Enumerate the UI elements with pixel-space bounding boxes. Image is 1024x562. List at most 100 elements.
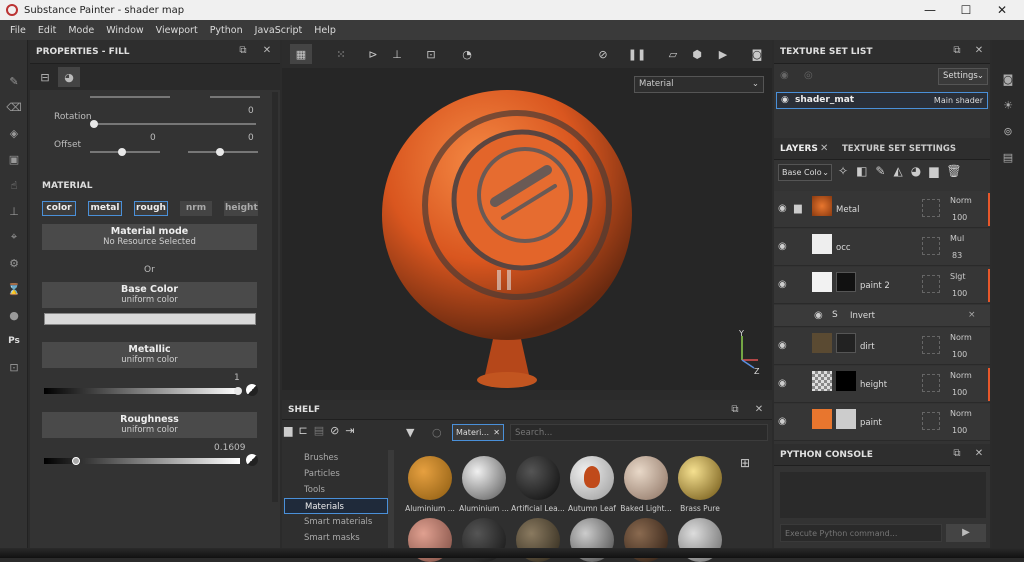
offset-x-knob[interactable]: [118, 148, 126, 156]
roughness-button[interactable]: Roughness uniform color: [42, 412, 257, 438]
layer-blend-mode[interactable]: Norm: [950, 333, 972, 342]
eye-icon[interactable]: ◉: [814, 310, 826, 322]
layer-mask-slot[interactable]: [922, 275, 940, 293]
float-panel-icon[interactable]: ⧉: [950, 44, 964, 58]
properties-scrollbar[interactable]: [272, 92, 278, 502]
float-panel-icon[interactable]: ⧉: [236, 44, 250, 58]
metallic-button[interactable]: Metallic uniform color: [42, 342, 257, 368]
layer-blend-mode[interactable]: Slgt: [950, 272, 966, 281]
menu-edit[interactable]: Edit: [38, 25, 56, 36]
hide-icon[interactable]: ⊘: [330, 424, 339, 437]
fill-tab-icon[interactable]: ⊟: [34, 67, 56, 87]
metallic-slider[interactable]: [44, 387, 242, 395]
color-picker-icon[interactable]: ⌖: [0, 224, 28, 250]
photoshop-icon[interactable]: Ps: [0, 328, 28, 354]
base-color-button[interactable]: Base Color uniform color: [42, 282, 257, 308]
export-icon[interactable]: ⊡: [0, 354, 28, 380]
close-panel-icon[interactable]: ✕: [972, 44, 986, 58]
eye-icon[interactable]: ◉: [778, 378, 790, 390]
python-command-input[interactable]: [780, 524, 942, 542]
eraser-icon[interactable]: ⌫: [0, 94, 28, 120]
menu-python[interactable]: Python: [210, 25, 243, 36]
remove-effect-icon[interactable]: ×: [968, 310, 976, 320]
layer-row-metal[interactable]: ◉ ▆ Metal Norm 100: [774, 191, 990, 228]
close-window-button[interactable]: ✕: [984, 0, 1020, 20]
effect-row-invert[interactable]: ◉ S Invert ×: [774, 305, 990, 327]
smudge-icon[interactable]: ☝: [0, 172, 28, 198]
rotation-slider[interactable]: [90, 120, 256, 128]
display-settings-icon[interactable]: ☀: [992, 92, 1024, 118]
symmetry-x-icon[interactable]: ⊳: [362, 44, 384, 64]
offset-x-value[interactable]: 0: [150, 133, 156, 143]
layer-blend-mode[interactable]: Mul: [950, 234, 964, 243]
roughness-slider[interactable]: [44, 457, 240, 465]
layer-mask-slot[interactable]: [922, 237, 940, 255]
menu-mode[interactable]: Mode: [68, 25, 94, 36]
channel-color-toggle[interactable]: color: [42, 201, 76, 216]
menu-window[interactable]: Window: [106, 25, 143, 36]
layer-opacity[interactable]: 100: [952, 426, 967, 435]
menu-help[interactable]: Help: [314, 25, 336, 36]
geometry-mask-icon[interactable]: ▣: [0, 146, 28, 172]
channel-nrm-toggle[interactable]: nrm: [180, 201, 212, 216]
import-icon[interactable]: ⇥: [345, 424, 354, 437]
close-tab-icon[interactable]: ✕: [820, 143, 828, 154]
circle-filter-icon[interactable]: ○: [432, 426, 442, 439]
menu-javascript[interactable]: JavaScript: [255, 25, 303, 36]
offset-y-value[interactable]: 0: [248, 133, 254, 143]
camera-icon[interactable]: ▶: [712, 44, 734, 64]
disable-camera-icon[interactable]: ⊘: [592, 44, 614, 64]
metallic-picker-icon[interactable]: [246, 384, 258, 396]
add-fill-layer-icon[interactable]: ◭: [893, 164, 902, 178]
rotation-slider-knob[interactable]: [90, 120, 98, 128]
eye-icon[interactable]: ◉: [781, 95, 789, 105]
clone-stamp-icon[interactable]: ⊥: [0, 198, 28, 224]
eye-dim-icon-2[interactable]: ◎: [804, 70, 813, 81]
display-mode-icon[interactable]: ⁙: [330, 44, 352, 64]
layer-opacity[interactable]: 83: [952, 251, 962, 260]
menu-file[interactable]: File: [10, 25, 26, 36]
add-folder-icon[interactable]: ▆: [929, 164, 938, 178]
db-icon[interactable]: ▤: [314, 424, 324, 437]
grid-view-icon[interactable]: ▦: [290, 44, 312, 64]
eye-dim-icon[interactable]: ◉: [780, 70, 789, 81]
layer-mask-slot[interactable]: [922, 412, 940, 430]
base-color-swatch[interactable]: [44, 313, 256, 325]
hourglass-icon[interactable]: ⌛: [0, 276, 28, 302]
category-tools[interactable]: Tools: [284, 482, 388, 498]
layer-row-dirt[interactable]: ◉ dirt Norm 100: [774, 328, 990, 365]
material-thumb-2[interactable]: [516, 456, 560, 500]
category-smart-materials[interactable]: Smart materials: [284, 514, 388, 530]
maximize-button[interactable]: ☐: [948, 0, 984, 20]
layer-blend-mode[interactable]: Norm: [950, 196, 972, 205]
close-panel-icon[interactable]: ✕: [752, 403, 766, 417]
rotation-value[interactable]: 0: [248, 106, 254, 116]
add-paint-layer-icon[interactable]: ✎: [875, 164, 885, 178]
camera-settings-icon[interactable]: ◙: [992, 66, 1024, 92]
material-thumb-0[interactable]: [408, 456, 452, 500]
material-thumb-1[interactable]: [462, 456, 506, 500]
layer-blend-mode[interactable]: Norm: [950, 409, 972, 418]
roughness-picker-icon[interactable]: [246, 454, 258, 466]
tab-layers[interactable]: LAYERS: [780, 144, 818, 154]
float-panel-icon[interactable]: ⧉: [950, 447, 964, 461]
metallic-value[interactable]: 1: [234, 373, 240, 383]
viewport-material-dropdown[interactable]: Material ⌄: [634, 76, 764, 93]
close-panel-icon[interactable]: ✕: [260, 44, 274, 58]
add-effect-icon[interactable]: ✧: [838, 164, 848, 178]
layer-blend-mode[interactable]: Norm: [950, 371, 972, 380]
projection-icon[interactable]: ◈: [0, 120, 28, 146]
material-thumb-4[interactable]: [624, 456, 668, 500]
shelf-filter-tag[interactable]: Materi... ✕: [452, 424, 504, 441]
category-particles[interactable]: Particles: [284, 466, 388, 482]
material-tab-icon[interactable]: ◕: [58, 67, 80, 87]
close-panel-icon[interactable]: ✕: [972, 447, 986, 461]
material-sphere-icon[interactable]: ●: [0, 302, 28, 328]
layer-mask-slot[interactable]: [922, 336, 940, 354]
layer-row-paint2[interactable]: ◉ paint 2 Slgt 100: [774, 267, 990, 304]
add-mask-icon[interactable]: ◧: [856, 164, 867, 178]
cube-view-icon[interactable]: ⬢: [686, 44, 708, 64]
menu-viewport[interactable]: Viewport: [156, 25, 198, 36]
frame-icon[interactable]: ⊡: [420, 44, 442, 64]
channel-metal-toggle[interactable]: metal: [88, 201, 122, 216]
